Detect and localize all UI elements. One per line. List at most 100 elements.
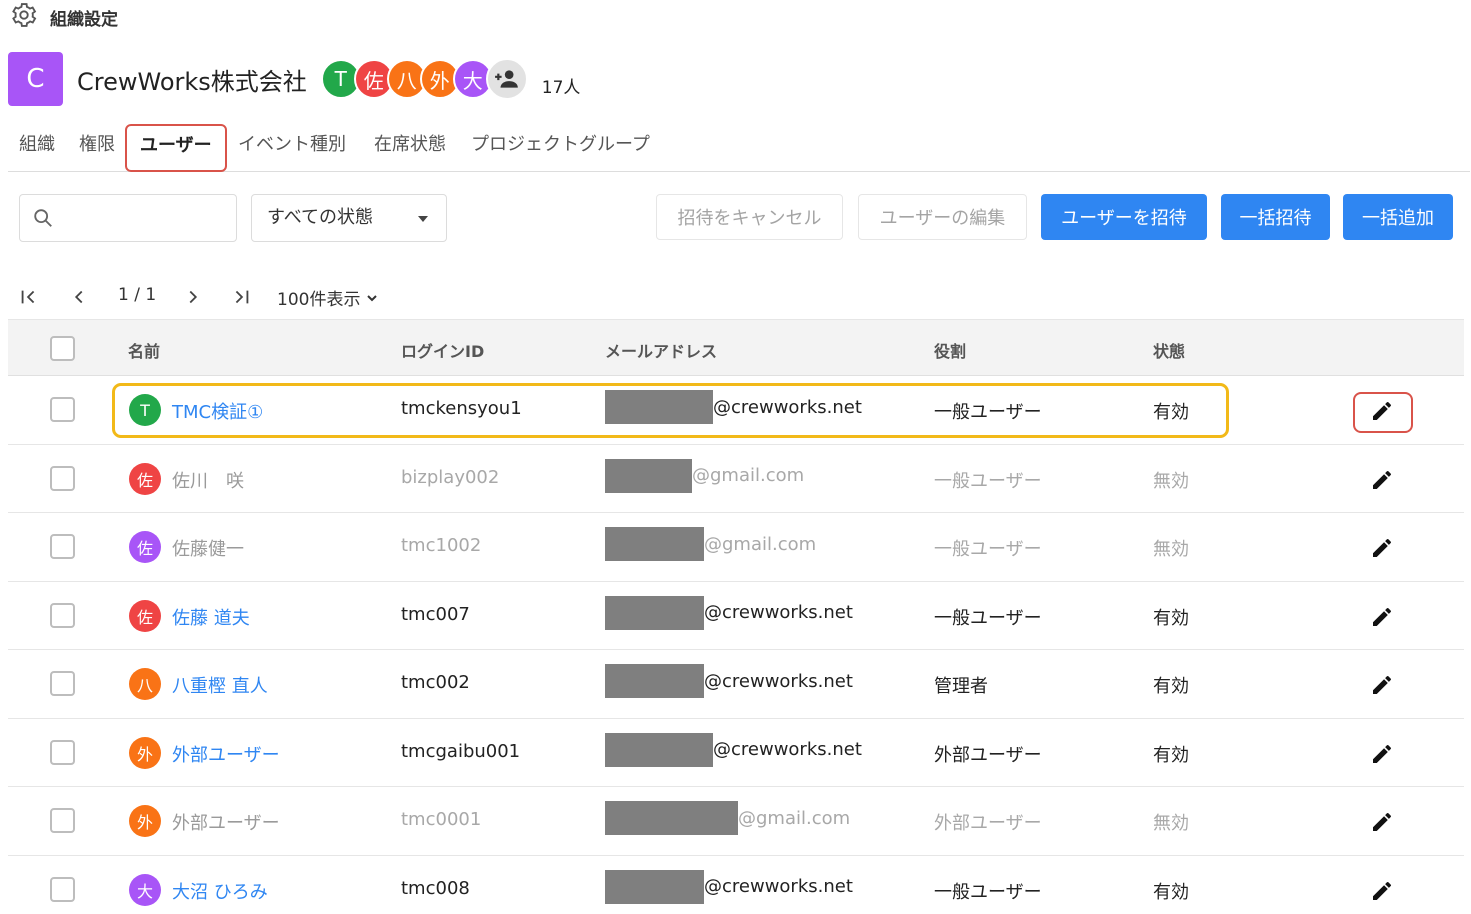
tab-users[interactable]: ユーザー: [125, 124, 227, 172]
select-all-checkbox[interactable]: [50, 336, 75, 361]
row-checkbox[interactable]: [50, 671, 75, 696]
pencil-icon: [1373, 470, 1392, 489]
edit-user-button[interactable]: [1367, 533, 1397, 563]
user-name-link[interactable]: 八重樫 直人: [172, 672, 268, 698]
table-row[interactable]: 外外部ユーザー tmc0001 @gmail.com 外部ユーザー 無効: [8, 787, 1464, 856]
edit-user-button[interactable]: [1367, 807, 1397, 837]
redacted-block: [605, 527, 704, 561]
next-page-icon[interactable]: [182, 286, 204, 313]
page-header: 組織設定: [10, 1, 118, 33]
row-checkbox[interactable]: [50, 602, 75, 628]
row-checkbox[interactable]: [50, 739, 75, 765]
user-role: 外部ユーザー: [934, 744, 1042, 766]
column-header-email[interactable]: メールアドレス: [605, 338, 717, 362]
user-role: 管理者: [934, 676, 988, 697]
member-avatars[interactable]: T佐八外大: [320, 58, 528, 100]
user-name-link[interactable]: 佐藤健一: [172, 535, 244, 561]
column-header-role[interactable]: 役割: [934, 338, 966, 362]
table-row[interactable]: T TMC検証① tmckensyou1 @crewworks.net 一般ユーザー 有効: [8, 376, 1464, 445]
pencil-icon: [1373, 401, 1392, 420]
edit-user-button[interactable]: [1367, 465, 1397, 495]
first-page-icon[interactable]: [18, 286, 40, 313]
row-checkbox[interactable]: [50, 397, 75, 422]
user-name-link[interactable]: 佐川 咲: [172, 467, 244, 493]
edit-user-button[interactable]: [1367, 396, 1397, 426]
edit-users-button[interactable]: ユーザーの編集: [858, 194, 1027, 240]
email-address: @gmail.com: [605, 801, 850, 835]
column-header-name[interactable]: 名前: [128, 338, 160, 362]
page-indicator: 1 / 1: [118, 285, 157, 305]
user-avatar: T: [129, 394, 161, 426]
search-input[interactable]: [62, 201, 230, 235]
row-checkbox[interactable]: [50, 534, 75, 559]
edit-user-button[interactable]: [1367, 876, 1397, 906]
edit-user-button[interactable]: [1367, 602, 1397, 632]
row-checkbox[interactable]: [50, 808, 75, 833]
invite-user-button[interactable]: ユーザーを招待: [1041, 194, 1207, 240]
redacted-block: [605, 595, 704, 630]
bulk-add-button[interactable]: 一括追加: [1343, 194, 1453, 240]
table-row[interactable]: 佐佐藤健一 tmc1002 @gmail.com 一般ユーザー 無効: [8, 513, 1464, 582]
person-add-icon: [494, 70, 518, 88]
row-checkbox[interactable]: [50, 465, 75, 491]
user-avatar: 佐: [129, 531, 161, 563]
org-summary: C CrewWorks株式会社 T佐八外大 17人: [8, 52, 580, 106]
table-row[interactable]: 佐佐藤 道夫 tmc007 @crewworks.net 一般ユーザー 有効: [8, 582, 1464, 650]
caret-down-icon: [418, 216, 428, 222]
user-avatar: 大: [129, 873, 161, 906]
pencil-icon: [1373, 744, 1392, 763]
user-status: 有効: [1153, 881, 1189, 903]
table-row[interactable]: 八八重樫 直人 tmc002 @crewworks.net 管理者 有効: [8, 650, 1464, 719]
tab-organization[interactable]: 組織: [19, 124, 55, 170]
status-filter-select[interactable]: すべての状態: [251, 194, 447, 242]
user-status: 有効: [1153, 676, 1189, 697]
tab-event-types[interactable]: イベント種別: [238, 124, 346, 170]
edit-user-button[interactable]: [1367, 739, 1397, 769]
user-name-link[interactable]: 佐藤 道夫: [172, 604, 250, 630]
row-checkbox[interactable]: [50, 876, 75, 902]
last-page-icon[interactable]: [230, 286, 252, 313]
redacted-block: [605, 732, 713, 767]
org-logo: C: [8, 52, 63, 106]
login-id: tmc0001: [401, 809, 482, 830]
table-row[interactable]: 外外部ユーザー tmcgaibu001 @crewworks.net 外部ユーザー 有効: [8, 719, 1464, 787]
user-name-link[interactable]: 大沼 ひろみ: [172, 878, 268, 904]
tab-permissions[interactable]: 権限: [79, 124, 115, 170]
user-name-link[interactable]: 外部ユーザー: [172, 741, 280, 767]
column-header-status[interactable]: 状態: [1153, 338, 1185, 362]
login-id: tmckensyou1: [401, 398, 522, 419]
table-row[interactable]: 佐佐川 咲 bizplay002 @gmail.com 一般ユーザー 無効: [8, 445, 1464, 513]
user-status: 無効: [1153, 539, 1189, 560]
user-avatar: 八: [129, 668, 161, 700]
redacted-block: [605, 664, 704, 698]
gear-icon: [10, 1, 38, 33]
email-domain: @crewworks.net: [713, 396, 862, 418]
user-name-link[interactable]: TMC検証①: [172, 398, 263, 424]
email-address: @gmail.com: [605, 458, 805, 493]
user-status: 有効: [1153, 607, 1189, 629]
user-name-link[interactable]: 外部ユーザー: [172, 809, 280, 835]
add-member-button[interactable]: [485, 58, 528, 100]
edit-user-button[interactable]: [1367, 670, 1397, 700]
login-id: tmc007: [401, 603, 470, 625]
cancel-invite-button[interactable]: 招待をキャンセル: [656, 194, 843, 240]
users-table: 名前 ログインID メールアドレス 役割 状態 T TMC検証① tmckensyo…: [8, 319, 1464, 914]
email-domain: @gmail.com: [692, 465, 805, 486]
email-domain: @gmail.com: [704, 533, 817, 555]
email-address: @crewworks.net: [605, 595, 853, 630]
bulk-invite-button[interactable]: 一括招待: [1221, 194, 1330, 240]
pencil-icon: [1373, 812, 1392, 831]
per-page-select[interactable]: 100件表示: [277, 285, 380, 310]
table-header: 名前 ログインID メールアドレス 役割 状態: [8, 319, 1464, 376]
user-status: 無効: [1153, 813, 1189, 834]
tab-project-groups[interactable]: プロジェクトグループ: [471, 124, 650, 170]
login-id: tmc008: [401, 877, 470, 899]
tab-presence-status[interactable]: 在席状態: [374, 124, 446, 170]
email-address: @crewworks.net: [605, 732, 862, 767]
prev-page-icon[interactable]: [68, 286, 90, 313]
pencil-icon: [1373, 881, 1392, 900]
table-row[interactable]: 大大沼 ひろみ tmc008 @crewworks.net 一般ユーザー 有効: [8, 856, 1464, 914]
login-id: tmc002: [401, 672, 470, 693]
column-header-login[interactable]: ログインID: [401, 338, 484, 362]
settings-tabs: 組織 権限 ユーザー イベント種別 在席状態 プロジェクトグループ: [8, 124, 1470, 172]
